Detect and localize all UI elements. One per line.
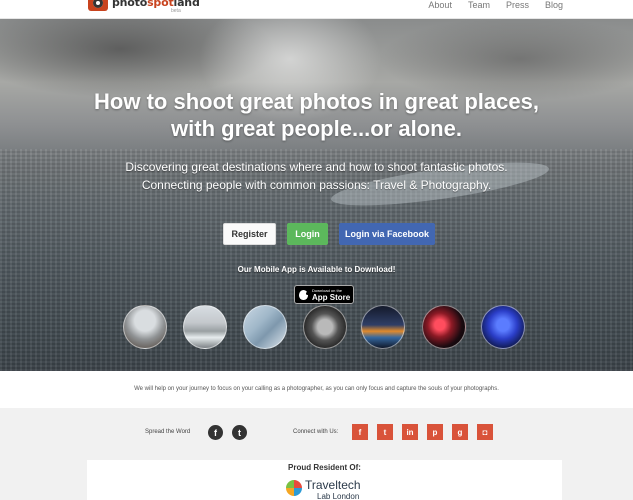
connect-with-us-label: Connect with Us: bbox=[293, 429, 339, 435]
destination-photo-7[interactable] bbox=[481, 305, 525, 349]
logo-accent: spot bbox=[147, 0, 174, 9]
facebook-icon[interactable]: f bbox=[352, 424, 368, 440]
mission-tagline: We will help on your journey to focus on… bbox=[134, 386, 499, 392]
resident-title: Proud Resident Of: bbox=[288, 463, 361, 472]
register-button[interactable]: Register bbox=[223, 223, 276, 245]
logo-prefix: photo bbox=[112, 0, 148, 9]
traveltech-logo-icon bbox=[286, 480, 302, 496]
destination-photo-2[interactable] bbox=[183, 305, 227, 349]
nav-team[interactable]: Team bbox=[468, 0, 490, 10]
facebook-icon[interactable]: f bbox=[208, 425, 223, 440]
apple-icon bbox=[299, 289, 309, 300]
linkedin-icon[interactable]: in bbox=[402, 424, 418, 440]
main-nav: About Team Press Blog bbox=[428, 0, 563, 10]
nav-press[interactable]: Press bbox=[506, 0, 529, 10]
destination-photo-4[interactable] bbox=[303, 305, 347, 349]
photospotland-logo[interactable]: photospotland beta bbox=[88, 0, 200, 14]
resident-panel: Proud Resident Of: Traveltech Lab London bbox=[87, 460, 562, 500]
instagram-icon[interactable]: ◘ bbox=[477, 424, 493, 440]
hero-headline-line2: with great people...or alone. bbox=[171, 116, 462, 141]
destination-photo-1[interactable] bbox=[123, 305, 167, 349]
traveltech-sub: Lab London bbox=[317, 492, 360, 500]
destination-photo-3[interactable] bbox=[243, 305, 287, 349]
logo-beta-label: beta bbox=[171, 8, 181, 14]
login-button[interactable]: Login bbox=[287, 223, 328, 245]
traveltech-name[interactable]: Traveltech bbox=[305, 478, 361, 492]
destination-photo-6[interactable] bbox=[422, 305, 466, 349]
logo-wordmark: photospotland bbox=[112, 0, 200, 8]
app-store-text: Download on the App Store bbox=[312, 288, 350, 302]
hero-section: How to shoot great photos in great place… bbox=[0, 19, 633, 371]
twitter-icon[interactable]: t bbox=[377, 424, 393, 440]
google-plus-icon[interactable]: g bbox=[452, 424, 468, 440]
spread-the-word-label: Spread the Word bbox=[145, 429, 191, 435]
hero-subheadline-line1: Discovering great destinations where and… bbox=[125, 160, 508, 174]
hero-headline-line1: How to shoot great photos in great place… bbox=[94, 89, 539, 114]
pinterest-icon[interactable]: p bbox=[427, 424, 443, 440]
camera-icon bbox=[88, 0, 108, 11]
app-store-badge[interactable]: Download on the App Store bbox=[294, 285, 354, 304]
hero-subheadline-line2: Connecting people with common passions: … bbox=[141, 178, 492, 192]
top-navigation-bar: photospotland beta About Team Press Blog bbox=[0, 0, 633, 19]
nav-blog[interactable]: Blog bbox=[545, 0, 563, 10]
mobile-app-label: Our Mobile App is Available to Download! bbox=[237, 265, 396, 274]
login-facebook-button[interactable]: Login via Facebook bbox=[339, 223, 435, 245]
app-store-big-text: App Store bbox=[312, 292, 351, 302]
twitter-icon[interactable]: t bbox=[232, 425, 247, 440]
nav-about[interactable]: About bbox=[428, 0, 452, 10]
social-section: Spread the Word f t Connect with Us: f t… bbox=[0, 408, 633, 500]
destination-photo-5[interactable] bbox=[361, 305, 405, 349]
